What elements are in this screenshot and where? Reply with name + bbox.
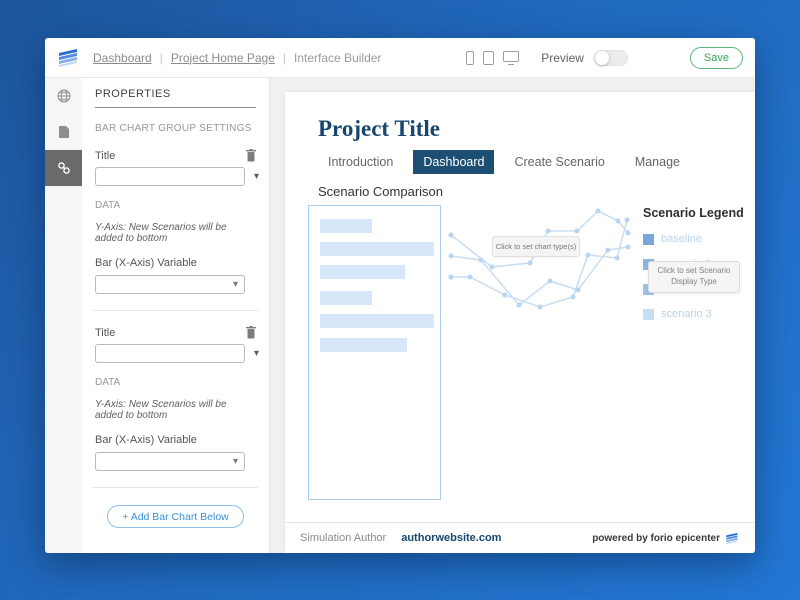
yaxis-note: Y-Axis: New Scenarios will be added to b… [95,222,256,244]
delete-chart-button[interactable] [246,326,256,339]
tab-create-scenario[interactable]: Create Scenario [504,150,614,174]
trash-icon [246,149,256,162]
page-footer: Simulation Author authorwebsite.com powe… [285,522,755,553]
top-bar: Dashboard | Project Home Page | Interfac… [45,38,755,78]
rail-item-globe[interactable] [45,78,82,114]
device-preview-group [466,51,519,65]
breadcrumb-separator: | [160,51,163,65]
powered-by: powered by forio epicenter [592,532,740,545]
collapse-caret-icon[interactable]: ▾ [254,171,259,182]
desktop-icon[interactable] [503,51,519,65]
breadcrumb-current-interface-builder: Interface Builder [294,51,381,65]
placeholder-bar [320,242,434,256]
breadcrumb-separator: | [283,51,286,65]
placeholder-bar [320,219,372,233]
bar-chart-group-1: BAR CHART GROUP SETTINGS Title ▾ [95,123,256,294]
legend-swatch-icon [643,309,654,320]
group-settings-label: BAR CHART GROUP SETTINGS [95,123,256,134]
scenario-comparison-title: Scenario Comparison [318,184,443,199]
bar-variable-select[interactable]: ▾ [95,452,245,471]
save-button[interactable]: Save [690,47,743,69]
simulation-author-label: Simulation Author [300,532,386,544]
placeholder-bar [320,265,405,279]
placeholder-bar [320,314,434,328]
add-bar-chart-button[interactable]: + Add Bar Chart Below [107,505,244,528]
legend-item-baseline: baseline [643,233,748,245]
chevron-down-icon: ▾ [233,456,238,467]
preview-label: Preview [541,51,584,65]
tab-manage[interactable]: Manage [625,150,690,174]
set-scenario-display-type-button[interactable]: Click to set Scenario Display Type [648,261,740,293]
legend-label: baseline [661,233,702,245]
tab-dashboard[interactable]: Dashboard [413,150,494,174]
trash-icon [246,326,256,339]
placeholder-bar [320,338,407,352]
properties-panel: PROPERTIES BAR CHART GROUP SETTINGS Titl… [82,78,270,553]
preview-toggle[interactable] [594,50,628,66]
link-icon [57,161,71,175]
legend-swatch-icon [643,234,654,245]
powered-by-label: powered by forio epicenter [592,533,720,544]
bar-variable-label: Bar (X-Axis) Variable [95,434,256,446]
preview-page: Project Title Introduction Dashboard Cre… [285,92,755,553]
placeholder-bar [320,291,372,305]
bar-chart-placeholder[interactable] [308,205,441,500]
panel-divider [93,487,258,488]
forio-logo-icon [57,48,81,68]
legend-label: scenario 3 [661,308,712,320]
legend-title: Scenario Legend [643,206,748,220]
rail-item-link[interactable] [45,150,82,186]
data-label: DATA [95,377,256,388]
body-row: PROPERTIES BAR CHART GROUP SETTINGS Titl… [45,78,755,553]
toggle-knob [595,51,609,65]
properties-header: PROPERTIES [95,88,256,108]
yaxis-note: Y-Axis: New Scenarios will be added to b… [95,399,256,421]
globe-icon [57,89,71,103]
line-chart-sketch [445,195,645,325]
app-window: Dashboard | Project Home Page | Interfac… [45,38,755,553]
bar-chart-group-2: Title ▾ DATA Y-Axis: New Scenarios will … [95,326,256,471]
title-input[interactable] [95,167,245,186]
tab-introduction[interactable]: Introduction [318,150,403,174]
legend-item-scenario-3: scenario 3 [643,308,748,320]
title-label: Title [95,150,115,162]
chevron-down-icon: ▾ [233,279,238,290]
delete-chart-button[interactable] [246,149,256,162]
breadcrumb-link-project-home[interactable]: Project Home Page [171,51,275,65]
panel-divider [93,310,258,311]
left-icon-rail [45,78,82,553]
page-title: Project Title [318,116,440,142]
breadcrumb: Dashboard | Project Home Page | Interfac… [93,51,381,65]
set-chart-type-button[interactable]: Click to set chart type(s) [492,236,580,257]
title-label: Title [95,327,115,339]
collapse-caret-icon[interactable]: ▾ [254,348,259,359]
bar-variable-label: Bar (X-Axis) Variable [95,257,256,269]
author-website-link[interactable]: authorwebsite.com [401,532,501,544]
phone-icon[interactable] [466,51,474,65]
bar-variable-select[interactable]: ▾ [95,275,245,294]
breadcrumb-link-dashboard[interactable]: Dashboard [93,51,152,65]
tablet-icon[interactable] [483,51,494,65]
builder-canvas: Project Title Introduction Dashboard Cre… [270,78,755,553]
epicenter-logo-icon [725,532,740,545]
topbar-right: Preview Save [466,47,743,69]
data-label: DATA [95,200,256,211]
title-input[interactable] [95,344,245,363]
page-tabs: Introduction Dashboard Create Scenario M… [318,150,690,174]
page-icon [58,125,70,139]
rail-item-page[interactable] [45,114,82,150]
